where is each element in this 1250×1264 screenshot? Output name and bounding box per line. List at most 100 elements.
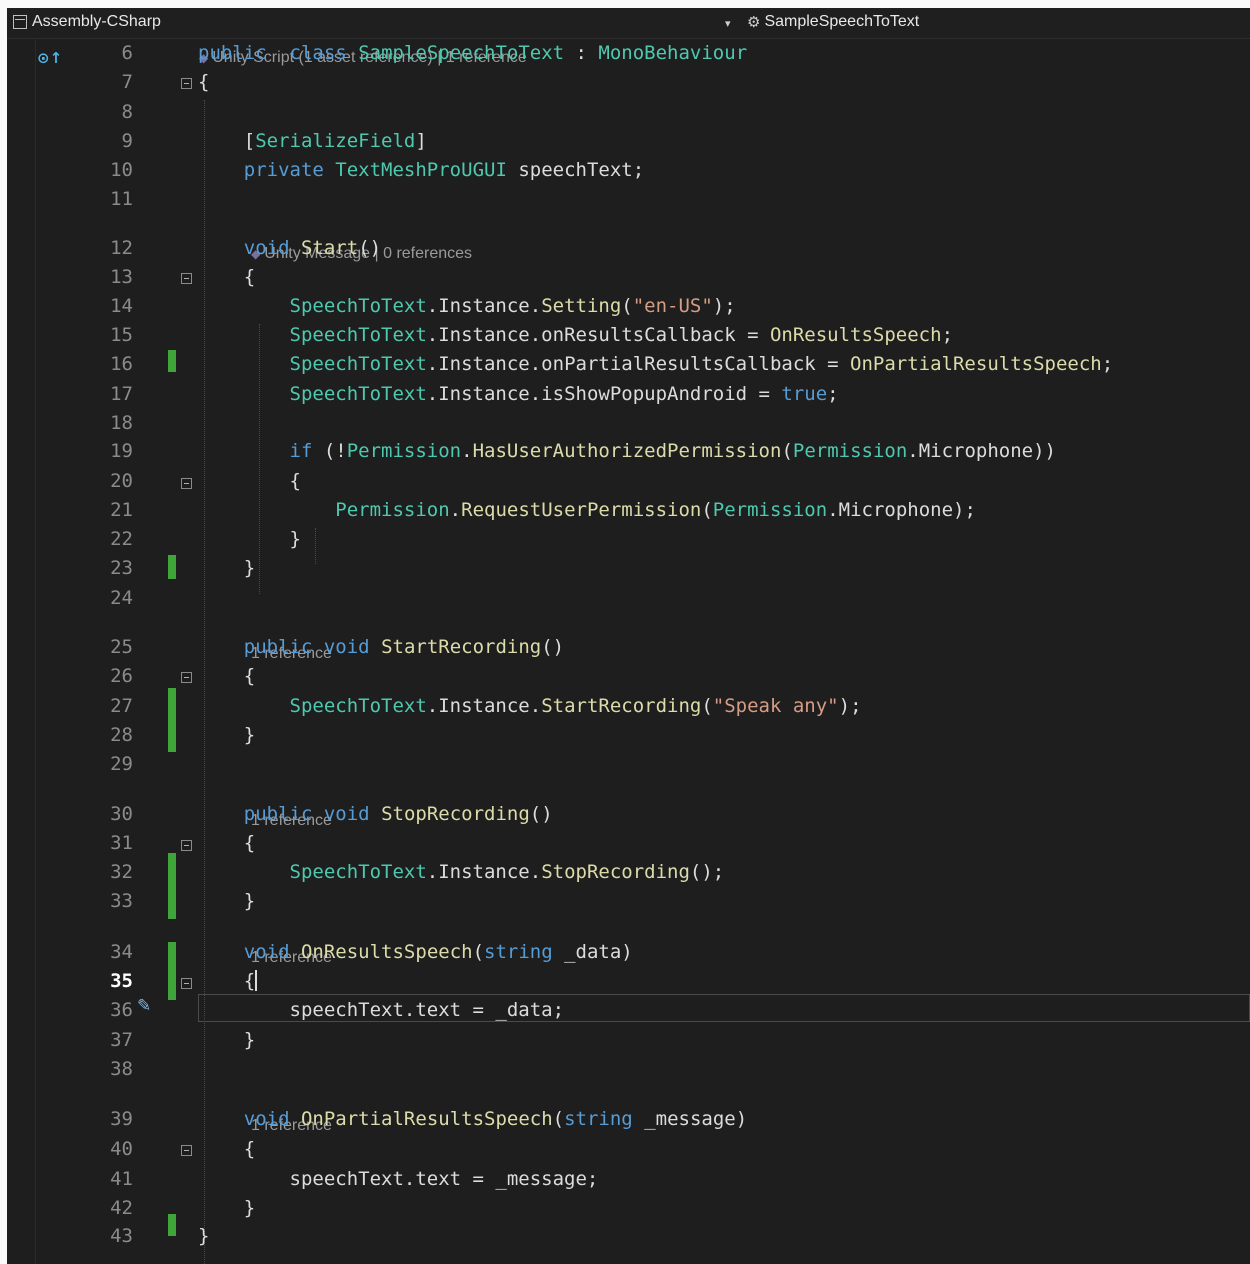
code-line[interactable]: } [198,555,255,582]
fold-toggle[interactable] [181,78,192,89]
project-selector[interactable]: Assembly-CSharp [13,13,161,31]
line-number: 23 [110,557,133,579]
code-token: void [243,941,290,963]
code-line[interactable]: SpeechToText.Instance.isShowPopupAndroid… [198,381,839,408]
line-number: 19 [110,440,133,462]
code-token: StopRecording [381,803,530,825]
code-token: SpeechToText [289,324,427,346]
code-line[interactable]: { [198,830,255,857]
fold-toggle[interactable] [181,672,192,683]
fold-toggle[interactable] [181,1145,192,1156]
code-line[interactable]: void OnPartialResultsSpeech(string _mess… [198,1106,747,1133]
code-line[interactable]: } [198,1027,255,1054]
code-token: } [198,724,256,746]
code-token: OnPartialResultsSpeech [850,353,1102,375]
code-token: SpeechToText [289,695,427,717]
code-line[interactable]: if (!Permission.HasUserAuthorizedPermiss… [198,438,1056,465]
code-line[interactable]: public void StopRecording() [198,801,553,828]
code-token: { [198,665,256,687]
code-editor[interactable]: ◆ Unity Script (1 asset reference) | 1 re… [7,38,1250,1264]
code-line[interactable]: { [198,264,255,291]
line-number: 37 [110,1029,133,1051]
code-token: RequestUserPermission [461,499,702,521]
code-token: private [243,159,324,181]
fold-toggle[interactable] [181,273,192,284]
code-token: StartRecording [381,636,542,658]
code-token: TextMeshProUGUI [335,159,507,181]
code-line[interactable]: } [198,888,255,915]
code-token: ( [781,440,793,462]
fold-toggle[interactable] [181,478,192,489]
code-token: .Instance.onResultsCallback = [426,324,770,346]
code-token: () [529,803,553,825]
text-caret [255,970,258,991]
line-number: 36 [110,999,133,1021]
code-line[interactable]: public void StartRecording() [198,634,564,661]
class-icon: ⚙ [747,14,761,31]
code-line[interactable]: { [198,1136,255,1163]
code-line[interactable]: void Start() [198,235,381,262]
code-token: SpeechToText [289,861,427,883]
fold-toggle[interactable] [181,840,192,851]
code-token: .Microphone); [827,499,976,521]
code-line[interactable]: { [198,968,258,995]
code-token: ( [472,941,485,963]
code-token: OnPartialResultsSpeech [300,1108,553,1130]
code-line[interactable]: { [198,468,301,495]
code-token: Permission [346,440,462,462]
code-token: { [198,470,301,492]
indent-guide [315,528,316,564]
code-token: { [198,1138,256,1160]
code-token: .Instance. [426,861,542,883]
code-line[interactable]: SpeechToText.Instance.onPartialResultsCa… [198,351,1114,378]
code-line[interactable]: speechText.text = _message; [198,1166,599,1193]
line-number: 12 [110,237,133,259]
line-number: 31 [110,832,133,854]
line-number: 21 [110,499,133,521]
change-marker [168,688,176,752]
code-line[interactable]: } [198,1223,209,1250]
code-line[interactable]: } [198,1195,255,1222]
code-line[interactable]: { [198,69,209,96]
code-line[interactable]: Permission.RequestUserPermission(Permiss… [198,497,976,524]
code-token: } [198,1029,256,1051]
code-token: : [564,42,599,64]
code-line[interactable]: SpeechToText.Instance.onResultsCallback … [198,322,954,349]
code-token: HasUserAuthorizedPermission [472,440,782,462]
code-token: SampleSpeechToText [358,42,565,64]
code-token: ; [1101,353,1114,375]
code-line[interactable]: speechText.text = _data; [198,997,565,1024]
code-line[interactable]: SpeechToText.Instance.StartRecording("Sp… [198,693,862,720]
code-line[interactable]: private TextMeshProUGUI speechText; [198,157,644,184]
code-line[interactable]: SpeechToText.Instance.Setting("en-US"); [198,293,736,320]
fold-toggle[interactable] [181,978,192,989]
chevron-down-icon[interactable]: ▾ [725,17,731,30]
code-line[interactable]: } [198,722,255,749]
code-token: StopRecording [541,861,690,883]
code-token: { [198,266,256,288]
code-token: OnResultsSpeech [300,941,473,963]
code-line[interactable]: { [198,663,255,690]
quick-action-icon[interactable]: ✎ [137,996,151,1016]
code-line[interactable]: [SerializeField] [198,128,427,155]
code-token: "Speak any" [712,695,839,717]
code-line[interactable]: void OnResultsSpeech(string _data) [198,939,633,966]
code-token: ] [415,130,427,152]
code-line[interactable]: public class SampleSpeechToText : MonoBe… [198,40,747,67]
code-line[interactable]: SpeechToText.Instance.StopRecording(); [198,859,725,886]
change-marker [168,555,176,579]
code-line[interactable]: } [198,526,301,553]
class-selector[interactable]: ⚙ SampleSpeechToText [747,13,919,31]
line-number: 33 [110,890,133,912]
code-token: _data) [552,941,633,963]
